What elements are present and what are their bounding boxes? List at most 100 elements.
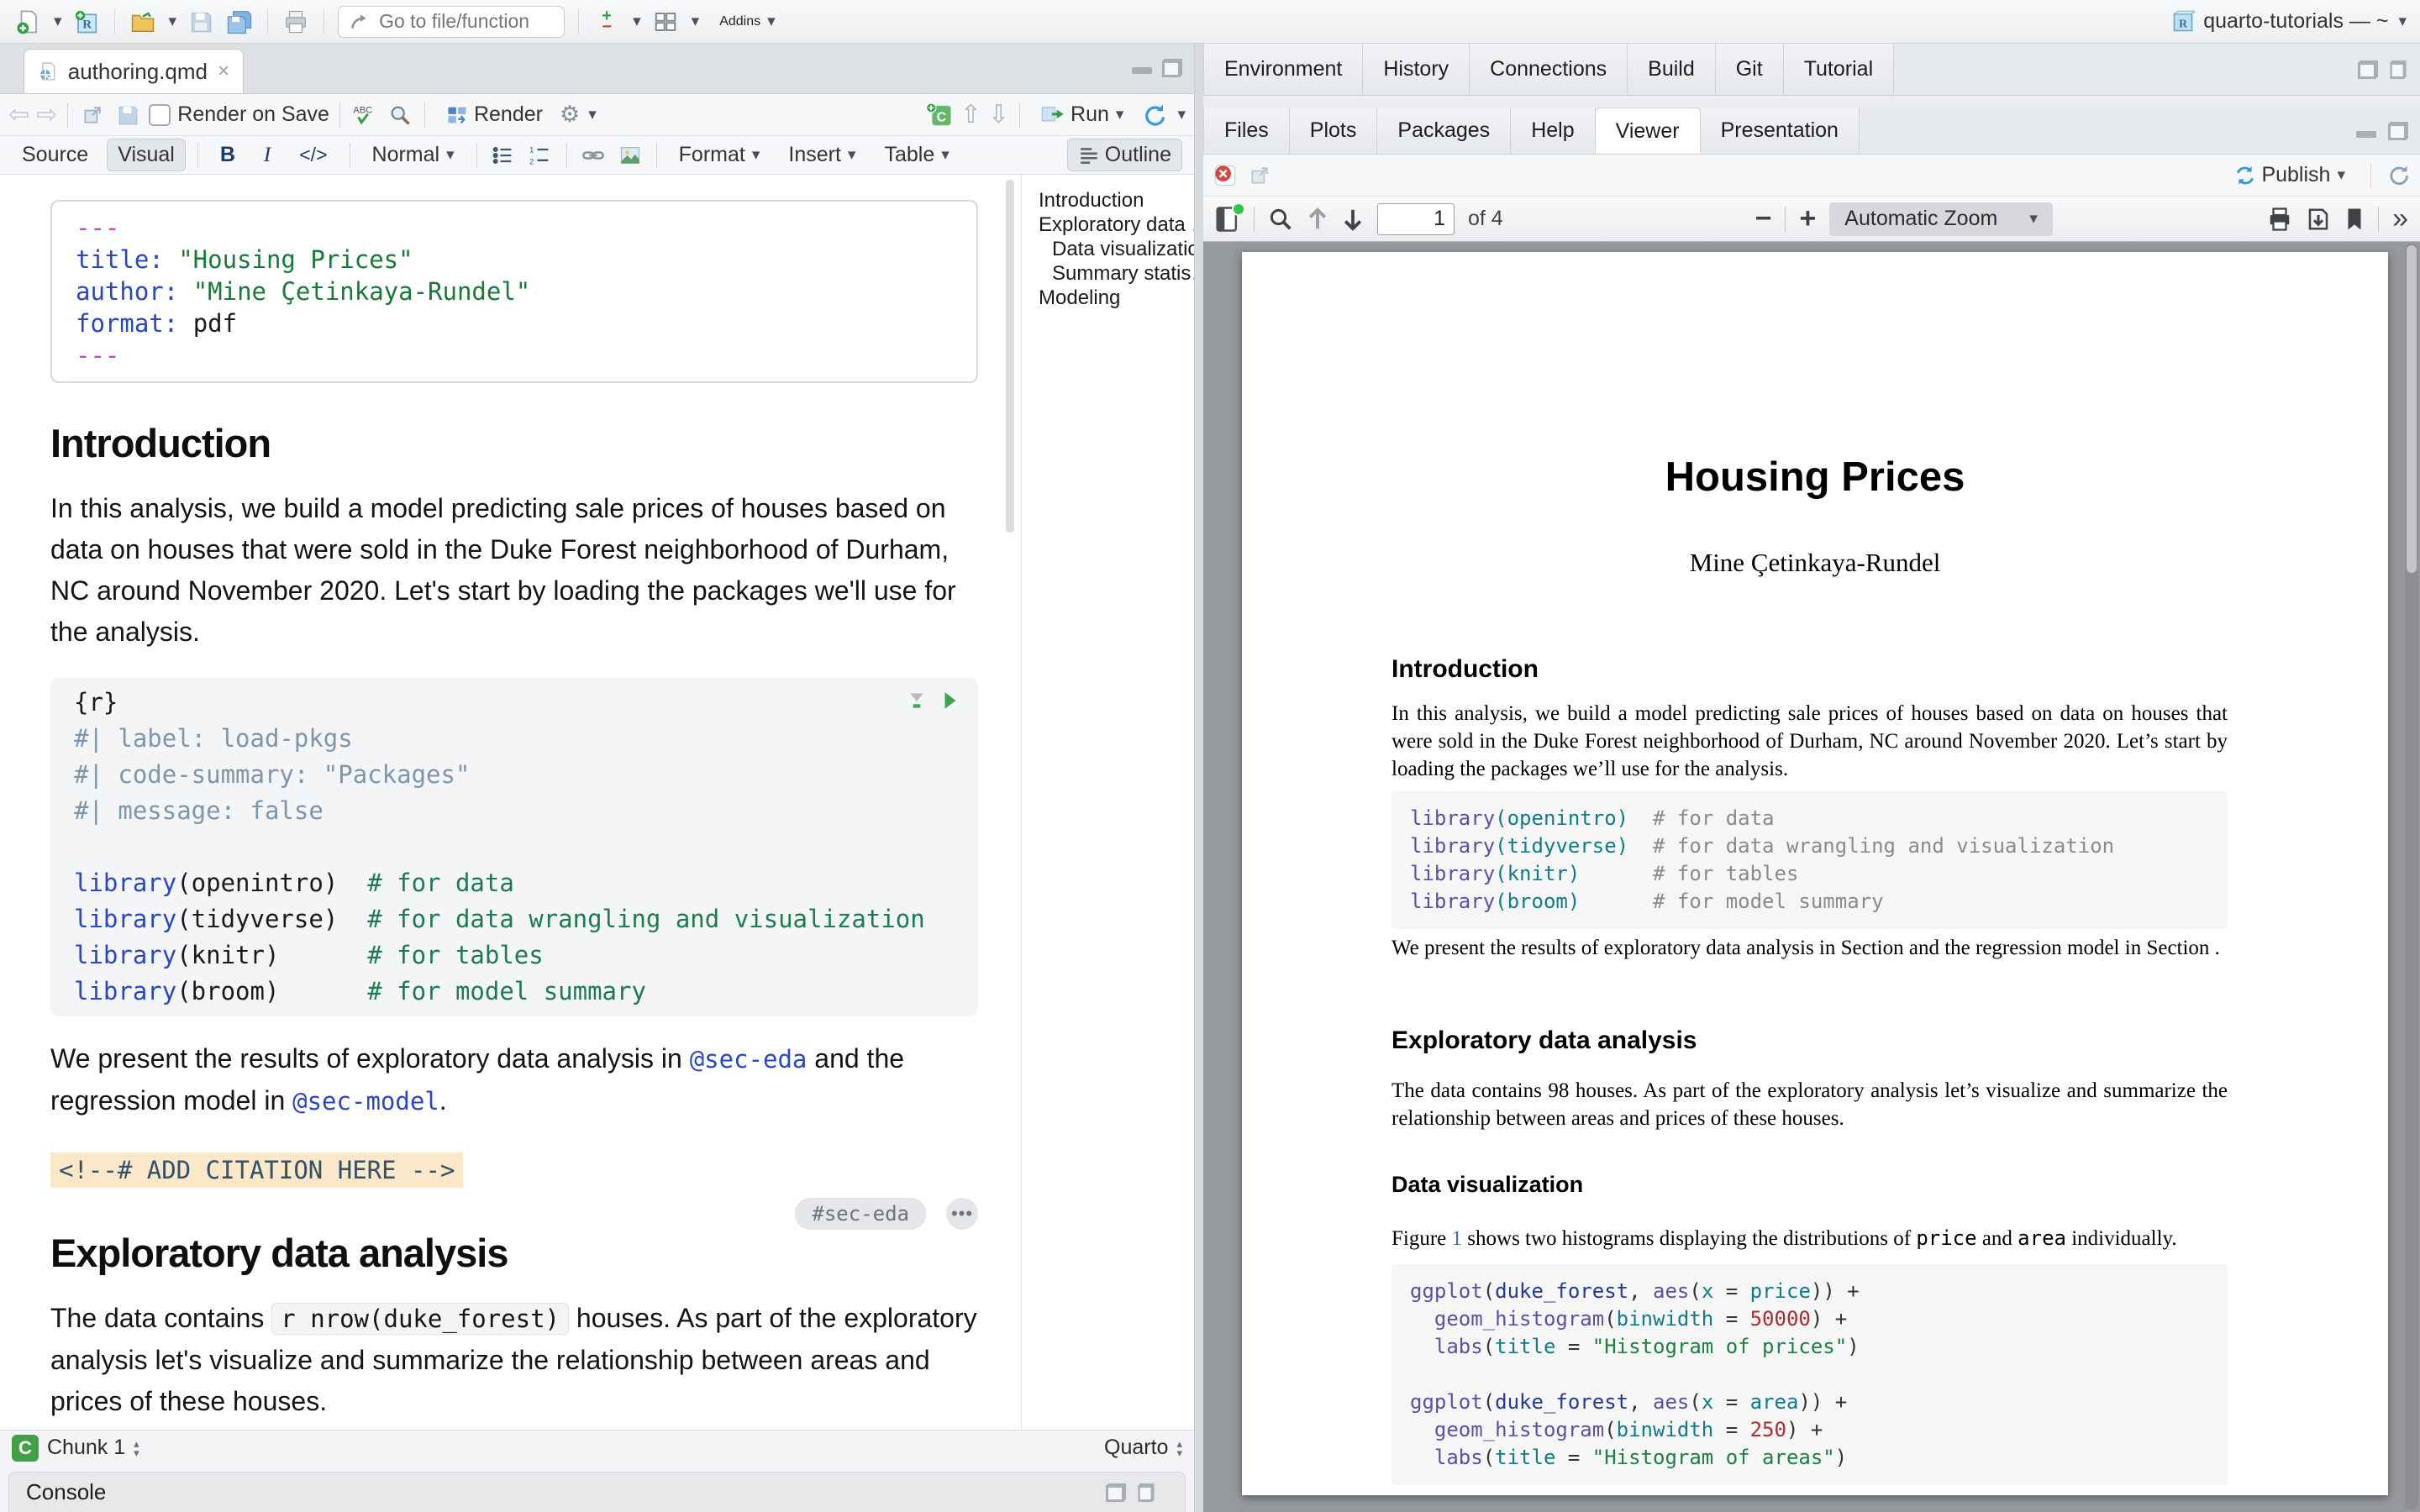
pdf-page-up-icon[interactable] bbox=[1307, 207, 1328, 232]
new-file-caret-icon[interactable]: ▾ bbox=[54, 12, 62, 31]
tab-environment[interactable]: Environment bbox=[1203, 44, 1363, 95]
tab-presentation[interactable]: Presentation bbox=[1701, 108, 1860, 154]
outline-item-summary-statistics[interactable]: Summary statis… bbox=[1039, 261, 1194, 286]
outline-item-data-visualization[interactable]: Data visualization bbox=[1039, 237, 1194, 261]
render-settings-gear-icon[interactable]: ⚙ bbox=[560, 102, 580, 128]
pdf-bookmark-icon[interactable] bbox=[2344, 207, 2365, 232]
bottom-pane-maximize-icon[interactable] bbox=[2388, 122, 2408, 140]
save-icon[interactable] bbox=[187, 5, 215, 39]
forward-icon[interactable]: ⇨ bbox=[36, 100, 57, 129]
pdf-page-down-icon[interactable] bbox=[1342, 207, 1364, 232]
save-all-icon[interactable] bbox=[225, 5, 254, 39]
table-menu[interactable]: Table▾ bbox=[874, 139, 959, 171]
pdf-search-icon[interactable] bbox=[1268, 207, 1293, 232]
tab-connections[interactable]: Connections bbox=[1470, 44, 1628, 95]
editor-scrollbar[interactable] bbox=[1006, 180, 1014, 533]
addins-menu[interactable]: Addins ▾ bbox=[709, 8, 785, 34]
visual-editor-document[interactable]: ---title: "Housing Prices"author: "Mine … bbox=[0, 175, 1194, 1430]
tab-close-icon[interactable]: × bbox=[218, 60, 229, 83]
pdf-scrollbar-thumb[interactable] bbox=[2407, 245, 2417, 573]
tab-viewer[interactable]: Viewer bbox=[1596, 108, 1701, 154]
insert-link-icon[interactable] bbox=[579, 139, 608, 172]
tab-tutorial[interactable]: Tutorial bbox=[1784, 44, 1894, 95]
pdf-print-icon[interactable] bbox=[2267, 207, 2292, 232]
outline-item-eda[interactable]: Exploratory data … bbox=[1039, 213, 1194, 237]
format-menu[interactable]: Format▾ bbox=[669, 139, 771, 171]
panes-caret-icon[interactable]: ▾ bbox=[692, 12, 700, 31]
pdf-page-number-input[interactable] bbox=[1377, 203, 1455, 235]
minimize-pane-icon[interactable] bbox=[1132, 59, 1154, 76]
top-pane-maximize-icon[interactable] bbox=[2390, 60, 2406, 79]
insert-menu[interactable]: Insert▾ bbox=[778, 139, 865, 171]
new-file-icon[interactable] bbox=[13, 5, 42, 39]
viewer-popout-icon[interactable] bbox=[1249, 165, 1270, 186]
render-on-save-checkbox[interactable] bbox=[149, 104, 171, 126]
tab-packages[interactable]: Packages bbox=[1377, 108, 1511, 154]
version-control-caret-icon[interactable]: ▾ bbox=[633, 12, 641, 31]
source-rerun-icon[interactable] bbox=[1140, 98, 1169, 132]
chunk-position-label[interactable]: Chunk 1 bbox=[47, 1436, 125, 1460]
paragraph-style-select[interactable]: Normal▾ bbox=[362, 139, 465, 171]
pdf-more-tools-icon[interactable]: » bbox=[2392, 202, 2408, 235]
open-file-caret-icon[interactable]: ▾ bbox=[169, 12, 177, 31]
viewer-stop-icon[interactable] bbox=[1213, 164, 1237, 187]
mode-spinner-icon[interactable]: ▴▾ bbox=[1176, 1439, 1182, 1457]
go-next-section-icon[interactable]: ⇩ bbox=[988, 100, 1009, 129]
outline-item-introduction[interactable]: Introduction bbox=[1039, 188, 1194, 213]
back-icon[interactable]: ⇦ bbox=[8, 100, 29, 129]
source-caret-icon[interactable]: ▾ bbox=[1177, 105, 1186, 124]
workspace-panes-icon[interactable] bbox=[651, 5, 680, 39]
popout-window-icon[interactable] bbox=[78, 98, 107, 132]
visual-mode-button[interactable]: Visual bbox=[107, 139, 186, 171]
section-more-button[interactable]: ••• bbox=[946, 1198, 978, 1230]
tab-files[interactable]: Files bbox=[1203, 108, 1290, 154]
pdf-zoom-out-icon[interactable]: − bbox=[1755, 202, 1772, 235]
project-selector[interactable]: R quarto-tutorials — ~ ▾ bbox=[2171, 9, 2407, 34]
insert-chunk-icon[interactable]: C bbox=[925, 98, 954, 132]
bottom-pane-minimize-icon[interactable] bbox=[2356, 123, 2378, 139]
spellcheck-icon[interactable]: ABC bbox=[350, 98, 379, 132]
pdf-viewing-area[interactable]: Housing Prices Mine Çetinkaya-Rundel Int… bbox=[1203, 242, 2420, 1512]
insert-image-icon[interactable] bbox=[616, 139, 644, 172]
outline-item-modeling[interactable]: Modeling bbox=[1039, 286, 1194, 310]
new-project-icon[interactable]: R bbox=[72, 5, 101, 39]
console-maximize-icon[interactable] bbox=[1138, 1483, 1154, 1502]
pdf-sidebar-toggle-icon[interactable] bbox=[1215, 206, 1240, 233]
goto-file-input[interactable] bbox=[379, 10, 547, 33]
tab-git[interactable]: Git bbox=[1716, 44, 1784, 95]
italic-button[interactable]: I bbox=[254, 140, 281, 171]
run-chunk-icon[interactable] bbox=[941, 690, 960, 711]
maximize-pane-icon[interactable] bbox=[1162, 59, 1182, 77]
pdf-scrollbar[interactable] bbox=[2405, 244, 2418, 1510]
find-replace-icon[interactable] bbox=[386, 98, 414, 132]
citation-comment[interactable]: <!--# ADD CITATION HERE --> bbox=[50, 1152, 463, 1188]
tab-authoring-qmd[interactable]: authoring.qmd × bbox=[24, 49, 244, 93]
top-pane-restore-icon[interactable] bbox=[2358, 60, 2378, 79]
tab-build[interactable]: Build bbox=[1628, 44, 1716, 95]
bulleted-list-icon[interactable] bbox=[489, 139, 518, 172]
r-code-chunk[interactable]: {r}#| label: load-pkgs#| code-summary: "… bbox=[50, 678, 978, 1016]
numbered-list-icon[interactable]: 12 bbox=[526, 139, 555, 172]
yaml-front-matter[interactable]: ---title: "Housing Prices"author: "Mine … bbox=[50, 200, 978, 383]
version-control-diff-icon[interactable]: +− bbox=[592, 5, 621, 39]
pdf-download-icon[interactable] bbox=[2306, 207, 2331, 232]
goto-file-search[interactable] bbox=[338, 6, 565, 38]
tab-history[interactable]: History bbox=[1363, 44, 1470, 95]
chunk-spinner-icon[interactable]: ▴▾ bbox=[134, 1439, 139, 1457]
pdf-zoom-in-icon[interactable]: + bbox=[1799, 202, 1816, 235]
outline-toggle-button[interactable]: Outline bbox=[1067, 139, 1182, 171]
code-button[interactable]: </> bbox=[289, 140, 337, 170]
doc-mode-label[interactable]: Quarto bbox=[1104, 1436, 1168, 1460]
run-button[interactable]: Run ▾ bbox=[1030, 99, 1134, 130]
pdf-zoom-select[interactable]: Automatic Zoom ▾ bbox=[1829, 202, 2053, 236]
viewer-refresh-icon[interactable] bbox=[2386, 164, 2410, 187]
render-settings-caret-icon[interactable]: ▾ bbox=[588, 105, 597, 124]
open-file-icon[interactable] bbox=[129, 5, 157, 39]
console-restore-icon[interactable] bbox=[1106, 1483, 1126, 1502]
tab-plots[interactable]: Plots bbox=[1290, 108, 1378, 154]
tab-help[interactable]: Help bbox=[1511, 108, 1595, 154]
publish-button[interactable]: Publish ▾ bbox=[2224, 160, 2355, 191]
render-button[interactable]: Render bbox=[435, 99, 553, 130]
source-mode-button[interactable]: Source bbox=[12, 139, 98, 171]
save-doc-icon[interactable] bbox=[113, 98, 142, 132]
